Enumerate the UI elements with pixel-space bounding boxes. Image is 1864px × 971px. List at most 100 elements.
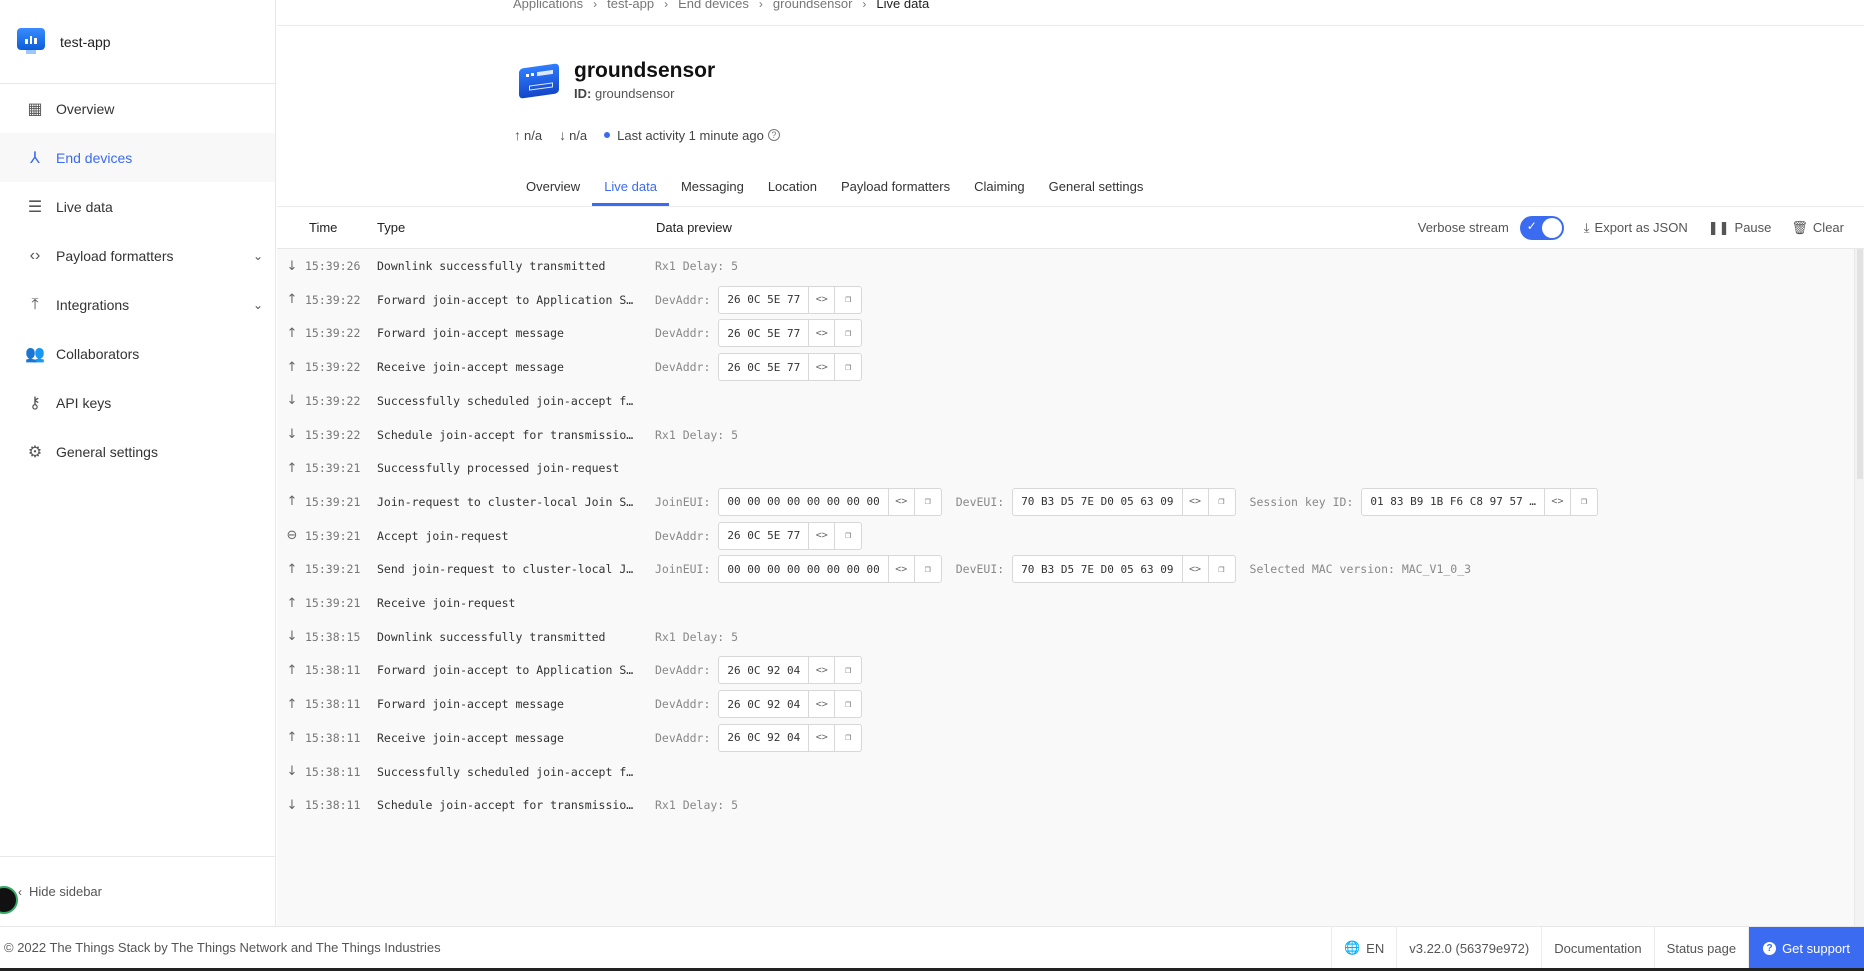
copy-icon[interactable]: ❐ — [835, 657, 861, 683]
hex-value[interactable]: 70 B3 D5 7E D0 05 63 09 — [1013, 488, 1183, 515]
get-support-button[interactable]: ? Get support — [1748, 927, 1864, 969]
language-selector[interactable]: 🌐 EN — [1330, 927, 1396, 969]
events-scrollbar[interactable] — [1854, 249, 1864, 926]
code-toggle-icon[interactable]: <> — [809, 691, 836, 718]
clear-button[interactable]: 🗑 Clear — [1791, 220, 1844, 236]
hex-value[interactable]: 00 00 00 00 00 00 00 00 — [719, 556, 889, 583]
event-time: 15:38:11 — [305, 663, 361, 678]
hex-value-field: 00 00 00 00 00 00 00 00 <> ❐ — [718, 487, 942, 516]
code-toggle-icon[interactable]: <> — [809, 286, 836, 313]
event-time: 15:39:21 — [305, 461, 361, 476]
hex-value[interactable]: 26 0C 5E 77 — [719, 354, 810, 381]
hide-sidebar-button[interactable]: ‹ Hide sidebar — [0, 856, 276, 926]
copy-icon[interactable]: ❐ — [835, 725, 861, 751]
table-actions: Verbose stream ✓ ⤓ Export as JSON ❚❚ Pau… — [1418, 215, 1844, 240]
last-activity: Last activity 1 minute ago ? — [604, 128, 780, 143]
event-time: 15:39:21 — [305, 562, 361, 577]
code-toggle-icon[interactable]: <> — [1183, 488, 1209, 515]
tab-payload-formatters[interactable]: Payload formatters — [829, 166, 962, 206]
copy-icon[interactable]: ❐ — [1209, 489, 1235, 515]
code-toggle-icon[interactable]: <> — [809, 724, 836, 751]
tab-live-data[interactable]: Live data — [592, 166, 669, 206]
copy-icon[interactable]: ❐ — [915, 556, 941, 582]
sidebar-item-payload-formatters[interactable]: ‹› Payload formatters ⌄ — [0, 231, 275, 280]
arrow-up-icon: ↑ — [286, 595, 298, 611]
sidebar-item-collaborators[interactable]: 👥 Collaborators — [0, 329, 275, 378]
sidebar-item-end-devices[interactable]: ⅄ End devices — [0, 133, 275, 182]
device-stats: ↑ n/a ↓ n/a Last activity 1 minute ago ? — [514, 127, 797, 143]
event-row[interactable]: ↓ 15:38:11 Schedule join-accept for tran… — [277, 785, 1854, 825]
code-toggle-icon[interactable]: <> — [1183, 556, 1209, 583]
copy-icon[interactable]: ❐ — [835, 691, 861, 717]
code-toggle-icon[interactable]: <> — [1545, 488, 1571, 515]
event-preview: DevAddr: 26 0C 5E 77 <> ❐ — [655, 319, 876, 348]
copy-icon[interactable]: ❐ — [1209, 556, 1235, 582]
chevron-down-icon[interactable]: ⌄ — [253, 249, 263, 263]
copy-icon[interactable]: ❐ — [835, 287, 861, 313]
sidebar-item-integrations[interactable]: ⤒ Integrations ⌄ — [0, 280, 275, 329]
tab-overview[interactable]: Overview — [514, 166, 592, 206]
scrollbar-thumb[interactable] — [1857, 249, 1863, 479]
verbose-stream-toggle[interactable]: ✓ — [1519, 215, 1564, 240]
status-page-link[interactable]: Status page — [1653, 927, 1748, 969]
hex-value[interactable]: 26 0C 92 04 — [719, 691, 810, 718]
code-toggle-icon[interactable]: <> — [809, 320, 836, 347]
documentation-link[interactable]: Documentation — [1541, 927, 1653, 969]
tab-messaging[interactable]: Messaging — [669, 166, 756, 206]
tab-claiming[interactable]: Claiming — [962, 166, 1037, 206]
hex-value[interactable]: 01 83 B9 1B F6 C8 97 57 … — [1362, 488, 1545, 515]
copy-icon[interactable]: ❐ — [835, 523, 861, 549]
sidebar-item-api-keys[interactable]: ⚷ API keys — [0, 378, 275, 427]
hex-value[interactable]: 26 0C 92 04 — [719, 657, 810, 684]
sidebar-header[interactable]: test-app — [0, 0, 275, 84]
copy-icon[interactable]: ❐ — [835, 354, 861, 380]
hex-value[interactable]: 26 0C 5E 77 — [719, 522, 810, 549]
help-icon[interactable]: ? — [767, 129, 780, 141]
pause-button[interactable]: ❚❚ Pause — [1708, 220, 1772, 236]
code-toggle-icon[interactable]: <> — [889, 488, 915, 515]
code-toggle-icon[interactable]: <> — [809, 657, 836, 684]
breadcrumb-item[interactable]: test-app — [607, 0, 654, 11]
globe-icon: 🌐 — [1343, 940, 1361, 955]
main-content: Applications › test-app › End devices › ground… — [277, 0, 1864, 926]
tab-general-settings[interactable]: General settings — [1037, 166, 1156, 206]
export-json-button[interactable]: ⤓ Export as JSON — [1584, 220, 1688, 236]
arrow-up-icon: ↑ — [514, 127, 521, 143]
event-type: Join-request to cluster-local Join S… — [377, 494, 634, 509]
sidebar-item-overview[interactable]: ▦ Overview — [0, 84, 275, 133]
event-time: 15:38:15 — [305, 629, 361, 644]
code-toggle-icon[interactable]: <> — [809, 354, 836, 381]
hex-value[interactable]: 26 0C 5E 77 — [719, 286, 810, 313]
arrow-up-icon: ↑ — [286, 359, 298, 375]
hex-value[interactable]: 26 0C 92 04 — [719, 724, 810, 751]
copy-icon[interactable]: ❐ — [1571, 489, 1597, 515]
sidebar: test-app ▦ Overview ⅄ End devices ☰ Live d… — [0, 0, 276, 926]
tab-location[interactable]: Location — [756, 166, 829, 206]
hex-value[interactable]: 26 0C 5E 77 — [719, 320, 810, 347]
breadcrumb-item[interactable]: End devices — [678, 0, 749, 11]
code-toggle-icon[interactable]: <> — [889, 556, 915, 583]
event-preview: Rx1 Delay: 5 — [655, 259, 738, 273]
hex-value[interactable]: 70 B3 D5 7E D0 05 63 09 — [1013, 556, 1183, 583]
code-toggle-icon[interactable]: <> — [809, 522, 836, 549]
copy-icon[interactable]: ❐ — [915, 489, 941, 515]
chevron-down-icon[interactable]: ⌄ — [253, 298, 263, 312]
breadcrumb-separator-icon: › — [758, 0, 763, 11]
event-type: Forward join-accept message — [377, 697, 564, 712]
sidebar-item-general-settings[interactable]: ⚙ General settings — [0, 427, 275, 476]
device-tree-icon: ⅄ — [30, 149, 40, 167]
copy-icon[interactable]: ❐ — [835, 320, 861, 346]
hex-value[interactable]: 00 00 00 00 00 00 00 00 — [719, 488, 889, 515]
event-preview: Rx1 Delay: 5 — [655, 630, 738, 644]
preview-text: Rx1 Delay: 5 — [655, 427, 739, 442]
arrow-up-icon: ↑ — [286, 494, 298, 510]
trash-icon: 🗑 — [1791, 219, 1808, 235]
hide-sidebar-label: Hide sidebar — [29, 884, 102, 899]
gear-icon: ⚙ — [27, 443, 43, 461]
breadcrumb-item[interactable]: groundsensor — [773, 0, 853, 11]
event-time: 15:38:11 — [305, 697, 361, 712]
downlink-count: ↓ n/a — [559, 127, 588, 143]
breadcrumb-item[interactable]: Applications — [513, 0, 583, 11]
verbose-stream-control: Verbose stream ✓ — [1418, 215, 1564, 240]
sidebar-item-live-data[interactable]: ☰ Live data — [0, 182, 275, 231]
